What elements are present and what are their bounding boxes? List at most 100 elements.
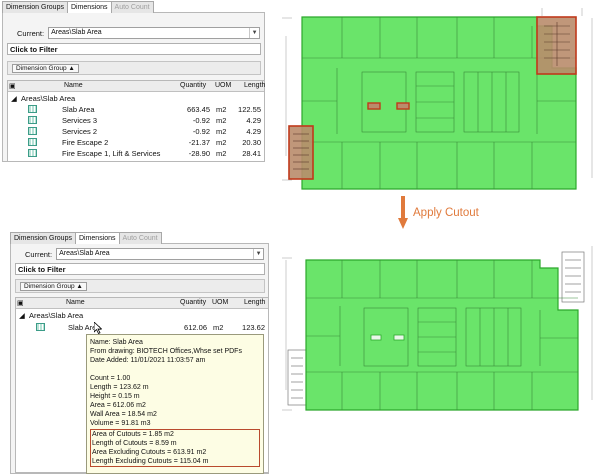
slab-area-icon	[28, 105, 37, 113]
table-row[interactable]: Services 2 -0.92 m2 4.29	[8, 126, 264, 136]
cutout-summary-box: Area of Cutouts = 1.85 m2 Length of Cuto…	[90, 429, 260, 467]
row-length: 122.55	[238, 105, 261, 114]
tab-dimension-groups[interactable]: Dimension Groups	[10, 232, 76, 244]
tab-dimension-groups[interactable]: Dimension Groups	[2, 1, 68, 13]
row-length: 20.30	[242, 138, 261, 147]
group-by-area: Dimension Group ▲	[15, 279, 265, 293]
column-name[interactable]: Name	[66, 299, 85, 306]
row-name: Fire Escape 1, Lift & Services	[62, 149, 161, 158]
row-name: Slab Area	[62, 105, 95, 114]
tab-dimensions[interactable]: Dimensions	[66, 1, 112, 13]
row-quantity: -0.92	[192, 116, 210, 125]
column-select-icon[interactable]: ▣	[9, 82, 16, 90]
current-row: Current: Areas\Slab Area ▼	[17, 27, 261, 39]
dimension-group-chip[interactable]: Dimension Group ▲	[12, 64, 79, 73]
row-uom: m2	[216, 138, 227, 147]
tab-auto-count[interactable]: Auto Count	[110, 1, 154, 13]
table-row[interactable]: Fire Escape 1, Lift & Services -28.90 m2…	[8, 148, 264, 158]
current-dropdown[interactable]: Areas\Slab Area ▼	[48, 27, 261, 39]
table-row[interactable]: Fire Escape 2 -21.37 m2 20.30	[8, 137, 264, 147]
group-by-area: Dimension Group ▲	[7, 61, 261, 75]
apply-cutout-label: Apply Cutout	[413, 207, 479, 219]
row-uom: m2	[216, 116, 227, 125]
collapse-icon[interactable]: ◢	[11, 94, 17, 103]
dimensions-grid: ▣ Name Quantity UOM Length ◢ Areas\Slab …	[7, 80, 265, 162]
row-quantity: 612.06	[184, 323, 207, 332]
group-label: Areas\Slab Area	[29, 311, 84, 320]
row-quantity: -28.90	[188, 149, 210, 158]
current-label: Current:	[25, 249, 53, 259]
current-label: Current:	[17, 28, 45, 38]
row-uom: m2	[216, 105, 227, 114]
column-length[interactable]: Length	[244, 299, 265, 306]
column-uom[interactable]: UOM	[215, 82, 231, 89]
floor-plan-after[interactable]	[282, 240, 598, 418]
current-row: Current: Areas\Slab Area ▼	[25, 248, 265, 260]
row-length: 28.41	[242, 149, 261, 158]
tooltip-height: Height = 0.15 m	[90, 393, 140, 400]
row-length: 4.29	[246, 116, 261, 125]
dimension-group-chip[interactable]: Dimension Group ▲	[20, 282, 87, 291]
dimension-tooltip: Name: Slab Area From drawing: BIOTECH Of…	[86, 334, 264, 474]
tooltip-name: Name: Slab Area	[90, 339, 143, 346]
table-row[interactable]: Services 3 -0.92 m2 4.29	[8, 115, 264, 125]
cutout-area-icon	[28, 138, 37, 146]
tooltip-wall-area: Wall Area = 18.54 m2	[90, 411, 157, 418]
chevron-down-icon[interactable]: ▼	[253, 249, 263, 259]
row-quantity: -21.37	[188, 138, 210, 147]
row-quantity: -0.92	[192, 127, 210, 136]
bottom-tab-strip: Dimension Groups Dimensions Auto Count	[10, 232, 162, 244]
floor-plan-before[interactable]	[282, 6, 598, 194]
filter-bar[interactable]: Click to Filter	[15, 263, 265, 275]
mouse-cursor-icon	[94, 322, 102, 334]
top-tab-strip: Dimension Groups Dimensions Auto Count	[2, 1, 154, 13]
tooltip-area-cutouts: Area of Cutouts = 1.85 m2	[92, 431, 174, 438]
tooltip-count: Count = 1.00	[90, 375, 131, 382]
table-row[interactable]: Slab Area 663.45 m2 122.55	[8, 104, 264, 114]
tooltip-drawing: From drawing: BIOTECH Offices,Whse set P…	[90, 348, 242, 355]
tooltip-area-excluding: Area Excluding Cutouts = 613.91 m2	[92, 449, 207, 456]
column-uom[interactable]: UOM	[212, 299, 228, 306]
slab-area-icon	[36, 323, 45, 331]
row-length: 4.29	[246, 127, 261, 136]
sort-up-icon: ▲	[68, 65, 75, 72]
cutout-area-icon	[28, 149, 37, 157]
column-quantity[interactable]: Quantity	[180, 299, 206, 306]
cutout-area-icon	[28, 116, 37, 124]
group-label: Areas\Slab Area	[21, 94, 76, 103]
grid-header: ▣ Name Quantity UOM Length	[16, 298, 268, 309]
tooltip-length-cutouts: Length of Cutouts = 8.59 m	[92, 440, 177, 447]
column-name[interactable]: Name	[64, 82, 83, 89]
tab-dimensions[interactable]: Dimensions	[74, 232, 120, 244]
tooltip-length-excluding: Length Excluding Cutouts = 115.04 m	[92, 458, 209, 465]
column-select-icon[interactable]: ▣	[17, 299, 24, 307]
current-value: Areas\Slab Area	[59, 250, 110, 257]
tab-auto-count[interactable]: Auto Count	[118, 232, 162, 244]
row-uom: m2	[213, 323, 224, 332]
current-value: Areas\Slab Area	[51, 29, 102, 36]
tooltip-area: Area = 612.06 m2	[90, 402, 146, 409]
apply-cutout-indicator: Apply Cutout	[398, 196, 479, 230]
chevron-down-icon[interactable]: ▼	[249, 28, 259, 38]
tooltip-volume: Volume = 91.81 m3	[90, 420, 151, 427]
column-length[interactable]: Length	[244, 82, 265, 89]
group-row[interactable]: ◢ Areas\Slab Area	[8, 93, 264, 103]
down-arrow-icon	[398, 196, 408, 229]
row-length: 123.62	[242, 323, 265, 332]
grid-header: ▣ Name Quantity UOM Length	[8, 81, 265, 92]
column-quantity[interactable]: Quantity	[180, 82, 206, 89]
row-quantity: 663.45	[187, 105, 210, 114]
top-dimensions-panel: Dimension Groups Dimensions Auto Count C…	[2, 1, 265, 162]
collapse-icon[interactable]: ◢	[19, 311, 25, 320]
row-name: Services 2	[62, 127, 98, 136]
dimension-group-label: Dimension Group	[24, 283, 75, 290]
row-name: Services 3	[62, 116, 98, 125]
group-row[interactable]: ◢ Areas\Slab Area	[16, 310, 268, 320]
filter-bar[interactable]: Click to Filter	[7, 43, 261, 55]
dimension-group-label: Dimension Group	[16, 65, 67, 72]
row-uom: m2	[216, 127, 227, 136]
row-uom: m2	[216, 149, 227, 158]
cutout-area-icon	[28, 127, 37, 135]
current-dropdown[interactable]: Areas\Slab Area ▼	[56, 248, 265, 260]
table-row[interactable]: Slab Area 612.06 m2 123.62	[16, 322, 268, 332]
